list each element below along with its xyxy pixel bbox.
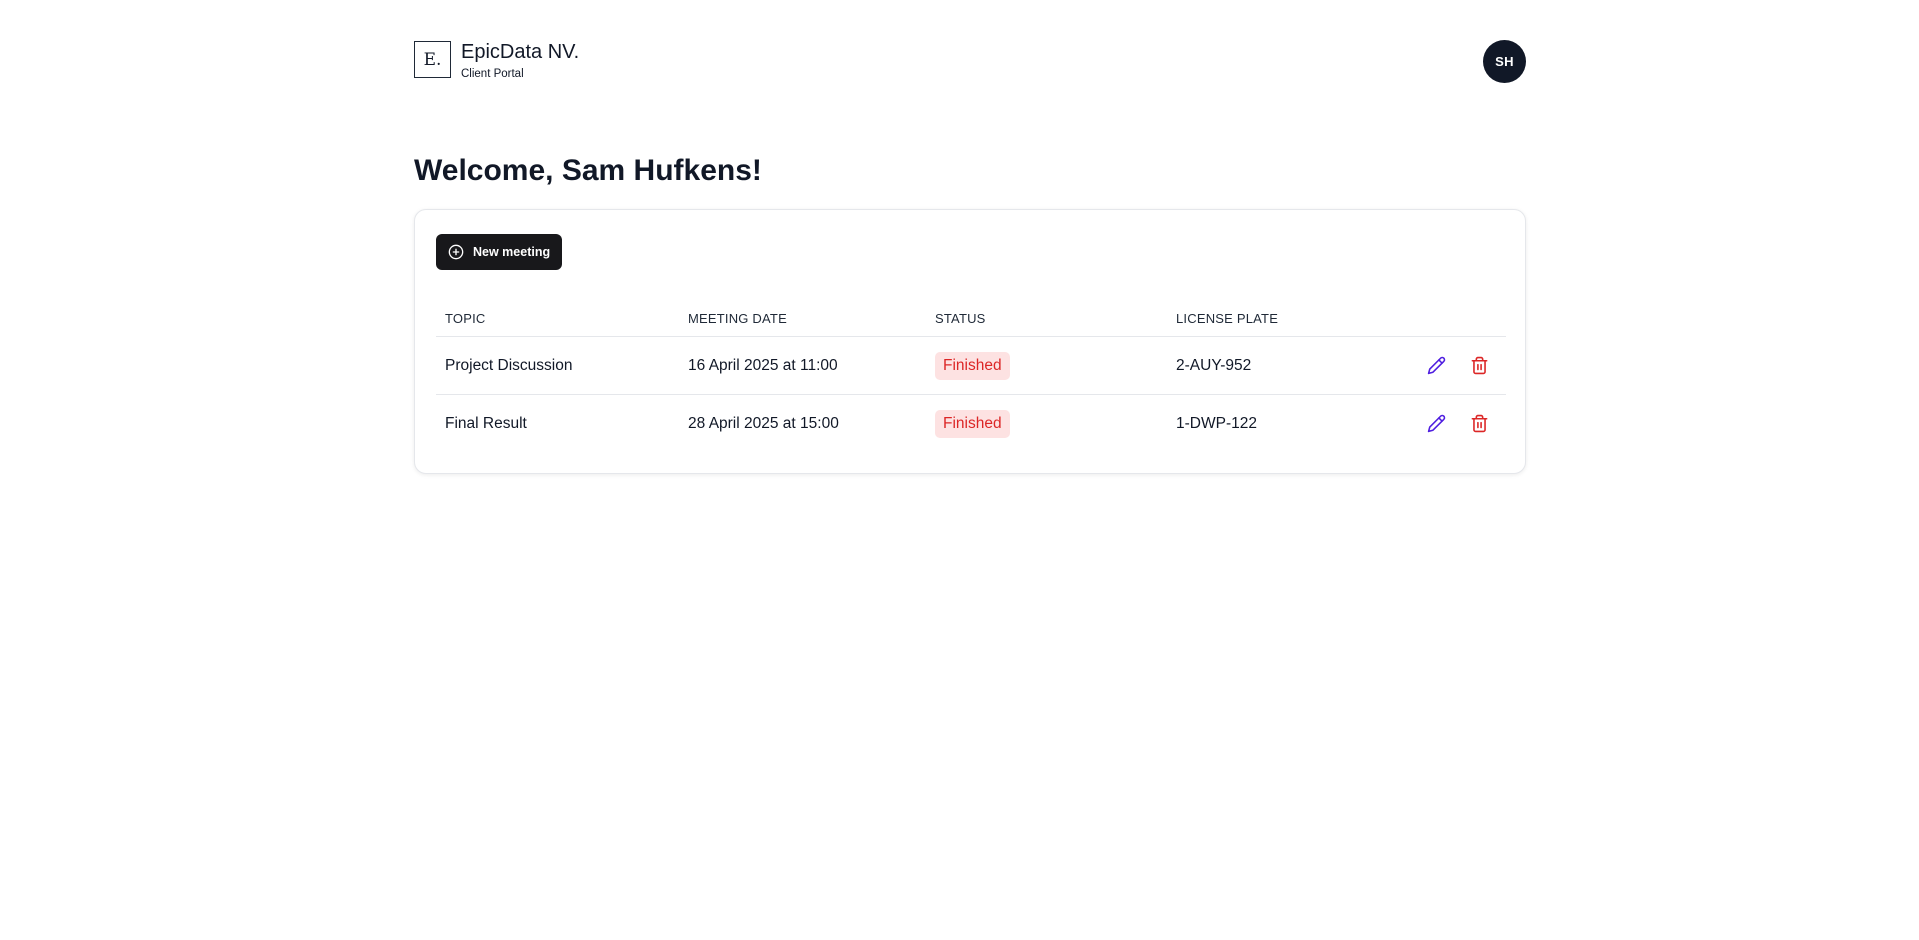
trash-icon	[1471, 356, 1487, 375]
column-header-license-plate: LICENSE PLATE	[1176, 310, 1279, 326]
cell-meeting-date: 28 April 2025 at 15:00	[688, 414, 839, 432]
pencil-icon	[1427, 356, 1445, 375]
row-actions	[1424, 354, 1491, 378]
page: E. EpicData NV. Client Portal SH Welcome…	[0, 0, 1919, 940]
page-title: Welcome, Sam Hufkens!	[414, 154, 762, 187]
status-badge: Finished	[935, 351, 1010, 380]
meetings-table: TOPIC MEETING DATE STATUS LICENSE PLATE …	[436, 300, 1506, 452]
cell-status: Finished	[935, 351, 1010, 380]
brand-text: EpicData NV. Client Portal	[461, 41, 579, 82]
header: E. EpicData NV. Client Portal SH	[414, 0, 1526, 110]
table-row: Project Discussion 16 April 2025 at 11:0…	[436, 337, 1506, 395]
cell-license-plate: 1-DWP-122	[1176, 414, 1257, 432]
delete-button[interactable]	[1467, 412, 1491, 436]
table-row: Final Result 28 April 2025 at 15:00 Fini…	[436, 395, 1506, 452]
pencil-icon	[1427, 414, 1445, 433]
cell-topic: Final Result	[445, 414, 527, 432]
cell-status: Finished	[935, 409, 1010, 438]
new-meeting-button[interactable]: New meeting	[436, 234, 563, 270]
avatar-initials: SH	[1495, 54, 1514, 69]
cell-license-plate: 2-AUY-952	[1176, 356, 1252, 374]
edit-button[interactable]	[1424, 354, 1448, 378]
delete-button[interactable]	[1467, 354, 1491, 378]
logo-letter: E.	[423, 49, 442, 70]
portal-name: Client Portal	[461, 68, 524, 80]
column-header-status: STATUS	[935, 310, 986, 326]
status-badge: Finished	[935, 409, 1010, 438]
company-name: EpicData NV.	[461, 41, 580, 63]
new-meeting-label: New meeting	[473, 245, 551, 259]
meetings-card: New meeting TOPIC MEETING DATE STATUS LI…	[414, 209, 1526, 474]
logo: E.	[414, 41, 451, 78]
avatar[interactable]: SH	[1483, 40, 1526, 83]
plus-circle-icon	[448, 244, 464, 260]
column-header-meeting-date: MEETING DATE	[688, 310, 787, 326]
cell-topic: Project Discussion	[445, 356, 573, 374]
main-container: E. EpicData NV. Client Portal SH Welcome…	[414, 0, 1526, 474]
cell-meeting-date: 16 April 2025 at 11:00	[688, 356, 838, 374]
column-header-topic: TOPIC	[445, 310, 486, 326]
table-header: TOPIC MEETING DATE STATUS LICENSE PLATE	[436, 300, 1506, 337]
trash-icon	[1471, 414, 1487, 433]
row-actions	[1424, 412, 1491, 436]
brand[interactable]: E. EpicData NV. Client Portal	[414, 41, 579, 82]
edit-button[interactable]	[1424, 412, 1448, 436]
